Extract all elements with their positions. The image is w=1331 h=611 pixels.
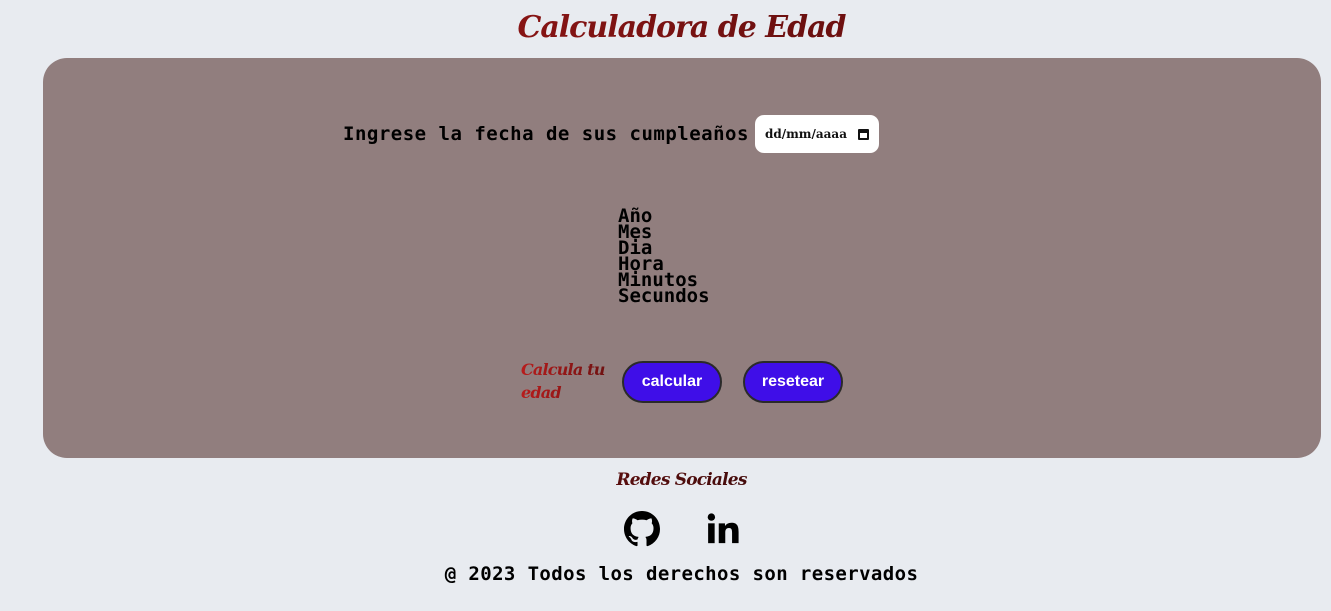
linkedin-icon (707, 513, 739, 544)
birthday-date-input[interactable]: dd/mm/aaaa (754, 115, 879, 153)
github-link[interactable] (623, 510, 661, 548)
birthday-row: Ingrese la fecha de sus cumpleaños dd/mm… (343, 115, 879, 153)
result-seconds: Secundos (618, 285, 710, 307)
calculate-button[interactable]: calcular (622, 361, 722, 403)
calculator-card: Ingrese la fecha de sus cumpleaños dd/mm… (43, 58, 1321, 458)
footer-copyright: @ 2023 Todos los derechos son reservados (444, 563, 919, 585)
social-title: Redes Sociales (0, 468, 1331, 492)
page-title: Calculadora de Edad (0, 8, 1331, 48)
birthday-label: Ingrese la fecha de sus cumpleaños (343, 123, 749, 145)
results-list: Año Mes Dia Hora Minutos Secundos (618, 207, 710, 307)
linkedin-link[interactable] (704, 510, 742, 548)
reset-button[interactable]: resetear (743, 361, 843, 403)
date-placeholder: dd/mm/aaaa (764, 127, 847, 141)
calculate-prompt: Calcula tu edad (521, 358, 611, 404)
calendar-icon[interactable] (857, 128, 869, 140)
github-icon (624, 511, 660, 547)
